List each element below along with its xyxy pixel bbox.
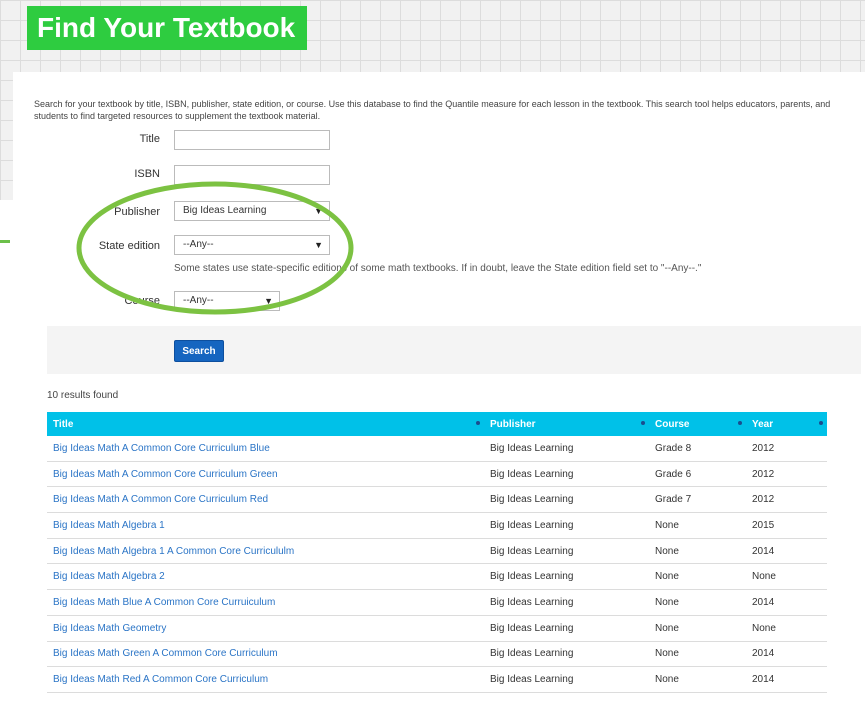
- title-input[interactable]: [174, 130, 330, 150]
- table-row: Big Ideas Math Geometry Big Ideas Learni…: [47, 615, 827, 642]
- year-cell: 2014: [746, 641, 827, 668]
- course-cell: None: [649, 641, 746, 668]
- table-row: Big Ideas Math Red A Common Core Curricu…: [47, 666, 827, 693]
- textbook-title-link[interactable]: Big Ideas Math Green A Common Core Curri…: [47, 641, 484, 668]
- title-label: Title: [139, 133, 160, 145]
- course-cell: None: [649, 615, 746, 642]
- publisher-cell: Big Ideas Learning: [484, 461, 649, 488]
- column-header-publisher[interactable]: Publisher: [476, 412, 649, 436]
- year-cell: 2015: [746, 512, 827, 539]
- intro-text: Search for your textbook by title, ISBN,…: [34, 99, 831, 121]
- publisher-cell: Big Ideas Learning: [484, 512, 649, 539]
- course-cell: None: [649, 563, 746, 591]
- highlight-ellipse: [76, 181, 354, 315]
- publisher-cell: Big Ideas Learning: [484, 615, 649, 642]
- sort-dot-icon: [476, 421, 480, 425]
- year-cell: 2012: [746, 436, 827, 462]
- decorative-dash-left: [0, 240, 10, 243]
- textbook-title-link[interactable]: Big Ideas Math A Common Core Curriculum …: [47, 486, 484, 514]
- column-header-year[interactable]: Year: [738, 412, 827, 436]
- publisher-cell: Big Ideas Learning: [484, 436, 649, 462]
- results-count: 10 results found: [47, 390, 119, 401]
- publisher-cell: Big Ideas Learning: [484, 538, 649, 565]
- publisher-cell: Big Ideas Learning: [484, 486, 649, 514]
- textbook-title-link[interactable]: Big Ideas Math Red A Common Core Curricu…: [47, 666, 484, 693]
- sort-dot-icon: [819, 421, 823, 425]
- table-row: Big Ideas Math Algebra 1 A Common Core C…: [47, 538, 827, 565]
- textbook-title-link[interactable]: Big Ideas Math Algebra 1 A Common Core C…: [47, 538, 484, 565]
- search-button[interactable]: Search: [174, 340, 224, 362]
- publisher-cell: Big Ideas Learning: [484, 666, 649, 693]
- course-cell: Grade 6: [649, 461, 746, 488]
- table-header-row: Title Publisher Course Year: [47, 412, 827, 436]
- table-row: Big Ideas Math A Common Core Curriculum …: [47, 486, 827, 514]
- results-table: Title Publisher Course Year Big Ideas Ma…: [47, 412, 827, 693]
- table-row: Big Ideas Math A Common Core Curriculum …: [47, 461, 827, 488]
- year-cell: 2012: [746, 461, 827, 488]
- table-row: Big Ideas Math Algebra 2 Big Ideas Learn…: [47, 563, 827, 591]
- publisher-cell: Big Ideas Learning: [484, 589, 649, 616]
- textbook-title-link[interactable]: Big Ideas Math Algebra 2: [47, 563, 484, 591]
- table-row: Big Ideas Math A Common Core Curriculum …: [47, 436, 827, 462]
- action-bar: [47, 326, 861, 374]
- column-header-title[interactable]: Title: [47, 412, 484, 436]
- textbook-title-link[interactable]: Big Ideas Math Blue A Common Core Currui…: [47, 589, 484, 616]
- textbook-title-link[interactable]: Big Ideas Math A Common Core Curriculum …: [47, 461, 484, 488]
- course-cell: Grade 8: [649, 436, 746, 462]
- year-cell: 2012: [746, 486, 827, 514]
- course-cell: Grade 7: [649, 486, 746, 514]
- year-cell: 2014: [746, 666, 827, 693]
- publisher-cell: Big Ideas Learning: [484, 641, 649, 668]
- course-cell: None: [649, 512, 746, 539]
- textbook-title-link[interactable]: Big Ideas Math Algebra 1: [47, 512, 484, 539]
- textbook-title-link[interactable]: Big Ideas Math Geometry: [47, 615, 484, 642]
- page-title-banner: Find Your Textbook: [27, 6, 307, 50]
- column-header-course[interactable]: Course: [641, 412, 746, 436]
- course-cell: None: [649, 666, 746, 693]
- year-cell: None: [746, 615, 827, 642]
- table-row: Big Ideas Math Blue A Common Core Currui…: [47, 589, 827, 616]
- year-cell: 2014: [746, 538, 827, 565]
- sort-dot-icon: [738, 421, 742, 425]
- course-cell: None: [649, 589, 746, 616]
- course-cell: None: [649, 538, 746, 565]
- publisher-cell: Big Ideas Learning: [484, 563, 649, 591]
- year-cell: 2014: [746, 589, 827, 616]
- sort-dot-icon: [641, 421, 645, 425]
- textbook-title-link[interactable]: Big Ideas Math A Common Core Curriculum …: [47, 436, 484, 462]
- table-row: Big Ideas Math Algebra 1 Big Ideas Learn…: [47, 512, 827, 539]
- table-row: Big Ideas Math Green A Common Core Curri…: [47, 641, 827, 668]
- year-cell: None: [746, 563, 827, 591]
